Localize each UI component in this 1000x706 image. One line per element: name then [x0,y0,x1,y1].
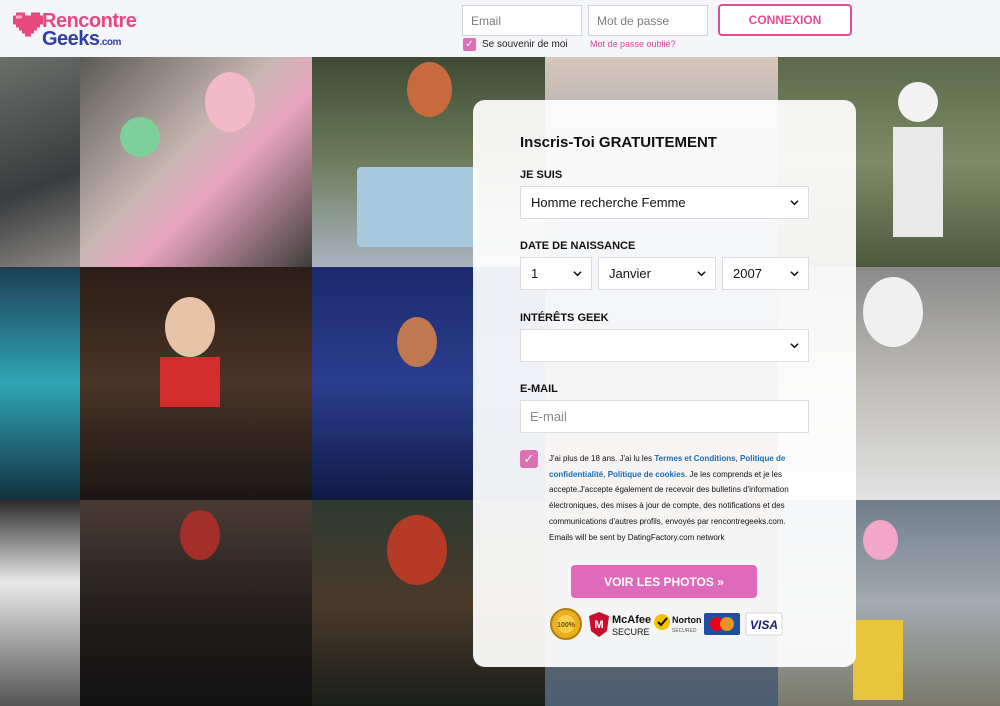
remember-me-label: Se souvenir de moi [482,39,568,50]
terms-link[interactable]: Termes et Conditions [654,454,735,463]
forgot-password-link[interactable]: Mot de passe oublié? [590,39,676,49]
je-suis-value: Homme recherche Femme [531,195,686,210]
trust-badges-graphic: 100% M McAfee SECURE Norton SECURED VISA [550,608,783,640]
signup-email-input[interactable] [520,400,809,433]
login-button[interactable]: CONNEXION [718,4,852,36]
interests-select[interactable] [520,329,809,362]
photo-tile [0,57,80,267]
dob-day-value: 1 [531,266,539,281]
top-header: Rencontre Geeks.com CONNEXION ✓ Se souve… [0,0,1000,57]
dob-day-select[interactable]: 1 [520,257,592,290]
site-logo[interactable]: Rencontre Geeks.com [13,8,143,50]
svg-text:100%: 100% [557,622,576,629]
photo-tile [80,267,312,500]
view-photos-button[interactable]: VOIR LES PHOTOS » [571,565,757,598]
logo-text-geeks: Geeks.com [42,28,121,50]
terms-checkbox[interactable]: ✓ [520,450,538,468]
chevron-down-icon [790,200,799,206]
terms-text: J'ai plus de 18 ans. J'ai lu les Termes … [549,454,789,542]
trust-badges: 100% M McAfee SECURE Norton SECURED VISA [549,607,783,641]
photo-tile [0,500,80,706]
email-label: E-MAIL [520,383,558,395]
interests-label: INTÉRÊTS GEEK [520,312,609,324]
photo-tile [0,267,80,500]
mastercard-icon [704,613,740,635]
login-email-input[interactable] [462,5,582,36]
signup-title: Inscris-Toi GRATUITEMENT [520,134,717,151]
photo-tile [80,57,312,267]
chevron-down-icon [790,343,799,349]
norton-sub: SECURED [672,628,697,634]
photo-tile [80,500,312,706]
norton-text: Norton [672,615,702,625]
dob-month-value: Janvier [609,266,651,281]
mcafee-sub: SECURE [612,627,650,637]
svg-text:M: M [594,619,603,631]
je-suis-select[interactable]: Homme recherche Femme [520,186,809,219]
chevron-down-icon [790,271,799,277]
norton-check-icon [654,614,670,630]
pixel-heart-icon [13,12,43,37]
visa-icon: VISA [745,612,783,636]
visa-text: VISA [750,618,778,632]
dob-label: DATE DE NAISSANCE [520,240,636,252]
dob-year-select[interactable]: 2007 [722,257,809,290]
mcafee-text: McAfee [612,614,651,626]
chevron-down-icon [573,271,582,277]
je-suis-label: JE SUIS [520,169,563,181]
signup-card: Inscris-Toi GRATUITEMENT JE SUIS Homme r… [473,100,856,667]
chevron-down-icon [697,271,706,277]
checkmark-icon[interactable]: ✓ [463,38,476,51]
seal-icon: 100% [550,608,582,640]
dob-month-select[interactable]: Janvier [598,257,716,290]
cookies-link[interactable]: Politique de cookies [608,470,685,479]
mcafee-icon: M [589,612,609,637]
login-password-input[interactable] [588,5,708,36]
remember-me[interactable]: ✓ Se souvenir de moi [463,38,568,51]
dob-year-value: 2007 [733,266,762,281]
